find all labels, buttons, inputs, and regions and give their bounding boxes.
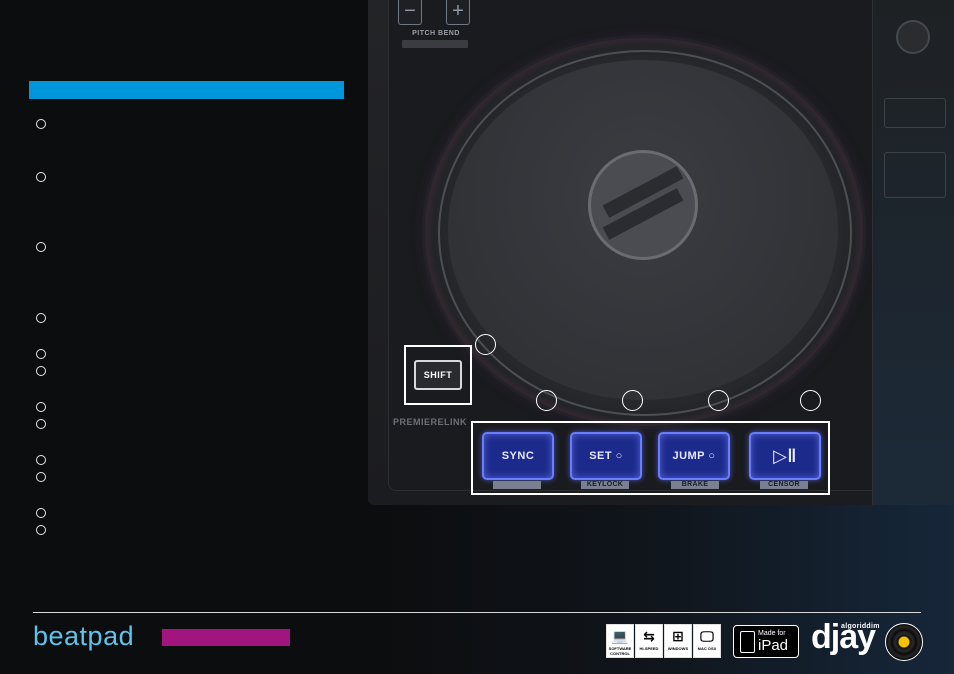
list-marker-5	[36, 349, 46, 359]
play-pause-icon: ▷‖	[773, 446, 797, 466]
callout-sync	[536, 390, 557, 411]
list-marker-3	[36, 242, 46, 252]
jump-label: JUMP	[672, 450, 705, 462]
mac-osx-icon: 🖵 MAC OSX	[693, 624, 721, 658]
software-control-icon: 💻 SOFTWARE CONTROL	[606, 624, 634, 658]
mixer-knob	[896, 20, 930, 54]
list-marker-1	[36, 119, 46, 129]
list-marker-9	[36, 455, 46, 465]
callout-set	[622, 390, 643, 411]
circle-icon: ○	[615, 450, 623, 462]
set-label: SET	[589, 450, 613, 462]
section-header-bar	[29, 81, 344, 99]
list-marker-12	[36, 525, 46, 535]
windows-icon: ⊞ WINDOWS	[664, 624, 692, 658]
ipad-label: iPad	[758, 637, 789, 654]
callout-shift	[475, 334, 496, 355]
beatpad-logo: beatpad	[33, 621, 135, 651]
sync-sub-label	[493, 481, 541, 489]
footer-accent-bar	[162, 629, 290, 646]
play-pause-button[interactable]: ▷‖	[749, 432, 821, 480]
usb-icon: ⇆	[643, 628, 655, 644]
list-marker-2	[36, 172, 46, 182]
set-cue-button[interactable]: SET ○	[570, 432, 642, 480]
pitch-bend-sub-label	[402, 40, 468, 48]
mixer-edge-panel	[872, 0, 954, 505]
brake-sub-label: BRAKE	[671, 481, 719, 489]
made-for-label: Made for	[758, 630, 786, 637]
minus-icon: −	[404, 0, 416, 22]
windows-label: WINDOWS	[667, 646, 689, 651]
algoriddim-label: algoriddim	[841, 623, 880, 630]
list-marker-11	[36, 508, 46, 518]
made-for-ipad-badge: Made for iPad	[733, 625, 799, 658]
vinyl-record-icon	[885, 623, 923, 661]
keylock-sub-label: KEYLOCK	[581, 481, 629, 489]
ipad-icon	[740, 631, 755, 653]
device-brand-text: PREMIERELINK	[393, 417, 468, 427]
sync-button[interactable]: SYNC	[482, 432, 554, 480]
callout-jump	[708, 390, 729, 411]
list-marker-8	[36, 419, 46, 429]
pitch-bend-plus-button[interactable]: +	[446, 0, 470, 25]
software-control-label: SOFTWARE CONTROL	[608, 646, 632, 656]
circle-icon: ○	[708, 450, 716, 462]
footer-divider	[33, 612, 921, 613]
pitch-bend-minus-button[interactable]: −	[398, 0, 422, 25]
plus-icon: +	[452, 0, 464, 22]
windows-logo-icon: ⊞	[672, 628, 684, 644]
list-marker-10	[36, 472, 46, 482]
list-marker-6	[36, 366, 46, 376]
hispeed-label: HI-SPEED	[639, 646, 659, 651]
shift-button[interactable]: SHIFT	[414, 360, 462, 390]
list-marker-7	[36, 402, 46, 412]
pitch-bend-label: PITCH BEND	[412, 30, 460, 37]
jump-button[interactable]: JUMP ○	[658, 432, 730, 480]
list-marker-4	[36, 313, 46, 323]
reloop-logo-icon	[588, 150, 698, 260]
mixer-slot-1	[884, 98, 946, 128]
sync-label: SYNC	[501, 450, 535, 462]
laptop-icon: 💻	[611, 628, 629, 644]
monitor-icon: 🖵	[700, 628, 714, 644]
mac-osx-label: MAC OSX	[697, 646, 717, 651]
callout-play-pause	[800, 390, 821, 411]
usb-hispeed-icon: ⇆ HI-SPEED	[635, 624, 663, 658]
censor-sub-label: CENSOR	[760, 481, 808, 489]
mixer-slot-2	[884, 152, 946, 198]
